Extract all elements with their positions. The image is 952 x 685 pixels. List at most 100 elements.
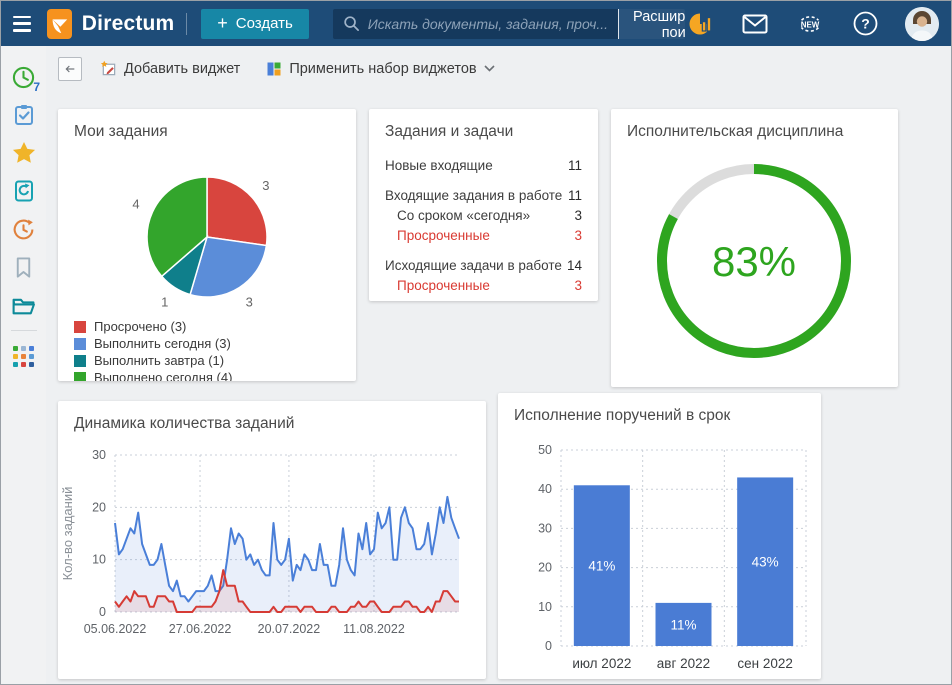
svg-text:41%: 41% [588, 559, 615, 574]
row-label: Входящие задания в работе [385, 188, 562, 203]
svg-text:11%: 11% [670, 617, 696, 632]
my-tasks-pie-chart[interactable]: 3 3 1 4 [58, 141, 356, 309]
sidebar-item-recent-documents[interactable] [1, 172, 46, 210]
summary-row[interactable]: Новые входящие 11 [385, 155, 582, 175]
legend-label: Было в работе [94, 677, 183, 679]
svg-text:10: 10 [538, 600, 552, 614]
search-input[interactable]: Искать документы, задания, проч... [333, 9, 618, 39]
summary-row[interactable]: Исходящие задачи в работе 14 [385, 255, 582, 275]
widget-title: Динамика количества заданий [58, 401, 486, 433]
new-badge-label: NEW [801, 20, 820, 29]
widget-dynamics[interactable]: Динамика количества заданий 010203005.06… [58, 401, 486, 679]
svg-text:Кол-во заданий: Кол-во заданий [60, 487, 75, 581]
legend-item: Выполнить завтра (1) [74, 352, 340, 369]
legend-label: В т.ч. с нарушением срока [229, 677, 388, 679]
apply-widget-set-label: Применить набор виджетов [289, 61, 476, 77]
clock-icon [11, 65, 36, 90]
legend-swatch [74, 321, 86, 333]
advanced-search-button[interactable]: Расширенный поиск [618, 9, 685, 39]
help-icon[interactable]: ? [850, 9, 880, 39]
dashboard-toolbar: Добавить виджет Применить набор виджетов [46, 46, 952, 91]
svg-text:27.06.2022: 27.06.2022 [169, 622, 232, 636]
user-avatar[interactable] [905, 7, 939, 41]
back-button[interactable] [58, 57, 82, 81]
sidebar-divider [11, 330, 37, 331]
chevron-down-icon [484, 65, 495, 72]
plus-icon: + [217, 14, 228, 32]
legend-swatch [74, 338, 86, 350]
discipline-percent: 83% [712, 238, 796, 285]
svg-text:43%: 43% [752, 555, 779, 570]
search-bar: Искать документы, задания, проч... Расши… [333, 9, 685, 39]
widget-discipline[interactable]: Исполнительская дисциплина 83% [611, 109, 898, 387]
legend-label: Просрочено (3) [94, 319, 186, 334]
dynamics-line-chart[interactable]: 010203005.06.202227.06.202220.07.202211.… [58, 433, 486, 665]
sidebar-item-favorites[interactable] [1, 134, 46, 172]
svg-text:1: 1 [161, 295, 168, 309]
svg-text:0: 0 [545, 639, 552, 653]
legend-label: Выполнить завтра (1) [94, 353, 224, 368]
whats-new-icon[interactable]: NEW [795, 9, 825, 39]
svg-text:11.08.2022: 11.08.2022 [343, 622, 405, 636]
summary-rows: Новые входящие 11 Входящие задания в раб… [369, 155, 598, 295]
add-widget-icon [100, 60, 117, 77]
row-value: 3 [574, 208, 582, 223]
summary-row-overdue[interactable]: Просроченные 3 [385, 225, 582, 245]
svg-text:20.07.2022: 20.07.2022 [258, 622, 321, 636]
my-tasks-legend: Просрочено (3) Выполнить сегодня (3) Вып… [58, 318, 356, 381]
svg-text:сен 2022: сен 2022 [737, 656, 793, 671]
sidebar-item-bookmarks[interactable] [1, 248, 46, 286]
svg-text:3: 3 [246, 295, 253, 309]
widget-title: Мои задания [58, 109, 356, 141]
create-button[interactable]: + Создать [201, 9, 309, 39]
summary-row[interactable]: Входящие задания в работе 11 [385, 185, 582, 205]
svg-text:10: 10 [92, 553, 106, 567]
row-label: Новые входящие [385, 158, 493, 173]
svg-text:05.06.2022: 05.06.2022 [84, 622, 147, 636]
sidebar-item-folders[interactable] [1, 286, 46, 324]
bookmark-icon [12, 256, 35, 279]
apply-widget-set-button[interactable]: Применить набор виджетов [258, 57, 502, 81]
tasks-count-badge: 7 [33, 80, 40, 94]
brand-name: Directum [82, 12, 175, 36]
svg-text:0: 0 [99, 605, 106, 619]
svg-text:40: 40 [538, 482, 552, 496]
svg-text:3: 3 [262, 178, 269, 193]
widget-my-tasks[interactable]: Мои задания 3 3 1 4 Просрочено (3) Выполнит… [58, 109, 356, 381]
sidebar-item-tasks[interactable]: 7 [1, 58, 46, 96]
legend-item: Просрочено (3) [74, 318, 340, 335]
legend-label: Выполнить сегодня (3) [94, 336, 231, 351]
widget-tasks-summary[interactable]: Задания и задачи Новые входящие 11 Входя… [369, 109, 598, 301]
app-window: Directum + Создать Искать документы, зад… [0, 0, 952, 685]
widget-title: Исполнительская дисциплина [611, 109, 898, 141]
widget-set-icon [266, 61, 282, 77]
discipline-gauge-chart[interactable]: 83% [611, 145, 898, 385]
row-value: 14 [567, 258, 582, 273]
svg-text:30: 30 [92, 448, 106, 462]
svg-text:4: 4 [132, 197, 139, 212]
legend-swatch [209, 679, 221, 680]
svg-text:20: 20 [538, 561, 552, 575]
mail-icon[interactable] [740, 9, 770, 39]
svg-text:50: 50 [538, 443, 552, 457]
svg-text:30: 30 [538, 521, 552, 535]
row-label: Просроченные [397, 228, 490, 243]
topbar: Directum + Создать Искать документы, зад… [1, 1, 952, 46]
hamburger-menu-icon[interactable] [13, 16, 31, 32]
folder-icon [11, 293, 36, 318]
orders-bar-chart[interactable]: 0102030405041%июл 202211%авг 202243%сен … [498, 425, 821, 679]
sidebar-item-assignments[interactable] [1, 96, 46, 134]
legend-swatch [74, 679, 86, 680]
summary-row-overdue[interactable]: Просроченные 3 [385, 275, 582, 295]
widget-title: Исполнение поручений в срок [498, 393, 821, 425]
legend-label: Выполнено сегодня (4) [94, 370, 232, 381]
sidebar-item-history[interactable] [1, 210, 46, 248]
add-widget-button[interactable]: Добавить виджет [92, 56, 248, 81]
summary-row[interactable]: Со сроком «сегодня» 3 [385, 205, 582, 225]
statistics-icon[interactable] [685, 9, 715, 39]
apps-grid-icon [13, 346, 34, 367]
widget-orders[interactable]: Исполнение поручений в срок 0 10 20 30 40 50 4… [498, 393, 821, 679]
search-placeholder: Искать документы, задания, проч... [368, 16, 608, 32]
directum-logo-icon[interactable] [47, 9, 72, 39]
sidebar-item-all-modules[interactable] [1, 337, 46, 375]
